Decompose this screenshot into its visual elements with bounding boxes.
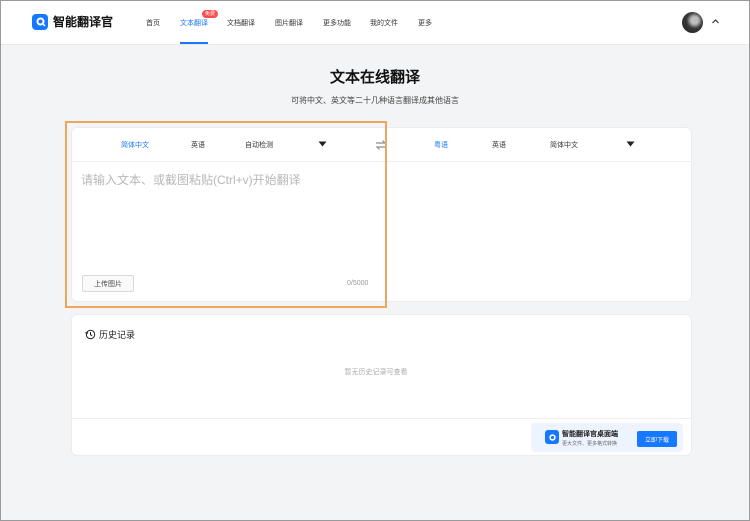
logo-icon [32,13,48,30]
promo-subtitle: 更大文件、更多格式转换 [562,441,618,447]
target-lang-dropdown-icon[interactable] [626,141,635,147]
page-title: 文本在线翻译 [329,68,420,86]
nav-item-home[interactable]: 首页 [146,18,160,28]
history-empty-text: 暂无历史记录可查看 [344,368,408,376]
history-icon [85,329,96,340]
active-tab-indicator [180,42,208,44]
source-lang-simplified-chinese[interactable]: 简体中文 [121,140,149,150]
target-lang-cantonese[interactable]: 粤语 [434,140,448,150]
target-lang-simplified-chinese[interactable]: 简体中文 [550,140,578,150]
nav-item-my-files[interactable]: 我的文件 [370,18,398,28]
promo-title: 智能翻译官桌面端 [562,430,618,438]
nav-item-more[interactable]: 更多 [418,18,432,28]
desktop-app-icon [545,430,559,444]
language-bar-divider [71,161,692,162]
history-title: 历史记录 [99,331,136,341]
source-lang-english[interactable]: 英语 [191,140,205,150]
source-lang-auto-detect[interactable]: 自动检测 [245,140,273,150]
nav-item-image-translate[interactable]: 图片翻译 [275,18,303,28]
free-badge: 免费 [202,10,219,18]
history-header: 历史记录 [85,328,135,341]
nav-item-more-features[interactable]: 更多功能 [323,18,351,28]
source-text-input[interactable] [81,171,371,261]
download-now-button[interactable]: 立即下载 [637,431,677,447]
nav-item-document-translate[interactable]: 文档翻译 [227,18,255,28]
logo[interactable]: 智能翻译官 [32,13,113,30]
nav-item-text-translate[interactable]: 文本翻译 [180,18,208,28]
source-lang-dropdown-icon[interactable] [318,141,327,147]
logo-text: 智能翻译官 [53,15,114,29]
chevron-up-icon[interactable] [711,17,720,26]
avatar[interactable] [682,12,703,33]
history-divider [71,418,692,419]
page-subtitle: 可将中文、英文等二十几种语言翻译成其他语言 [291,96,459,105]
char-count: 0/5000 [347,280,369,287]
swap-icon[interactable] [374,138,388,152]
upload-image-button[interactable]: 上传图片 [82,275,134,292]
target-lang-english[interactable]: 英语 [492,140,506,150]
